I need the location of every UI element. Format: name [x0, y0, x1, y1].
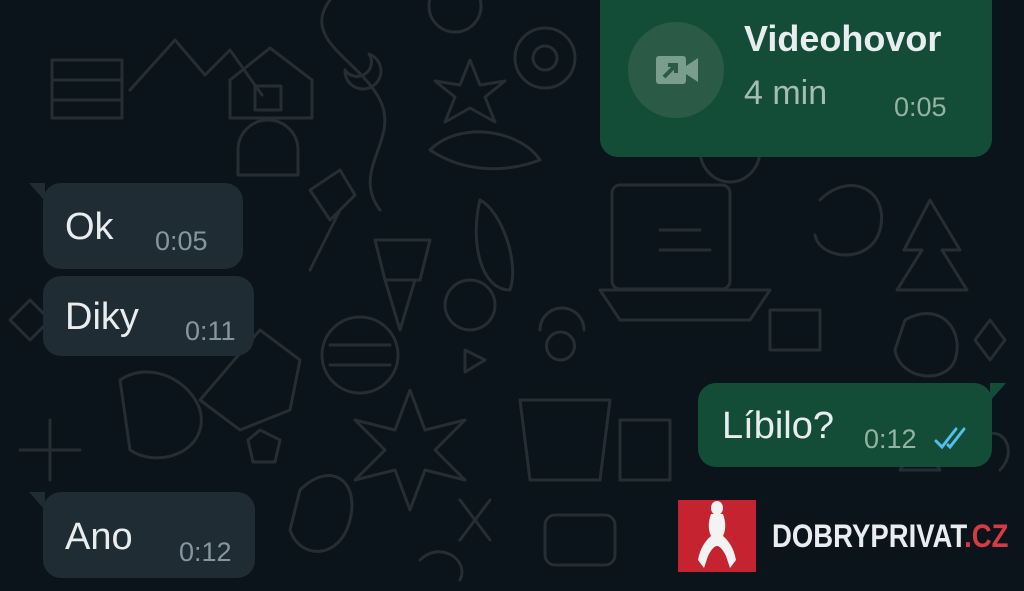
message-text: Líbilo?: [722, 405, 834, 447]
message-text: Ano: [65, 516, 133, 558]
video-call-icon: [656, 56, 698, 84]
message-time: 0:12: [179, 537, 232, 567]
message-time: 0:05: [155, 226, 208, 256]
watermark-text-main: DOBRYPRIVAT: [772, 518, 965, 554]
message-text: Ok: [65, 206, 114, 248]
message-time: 0:11: [185, 316, 236, 346]
watermark-text-suffix: .CZ: [964, 518, 1009, 554]
message-text: Diky: [65, 296, 139, 338]
video-call-bubble[interactable]: Videohovor 4 min 0:05: [600, 0, 992, 157]
call-time: 0:05: [894, 92, 947, 122]
message-incoming-diky[interactable]: Diky 0:11: [43, 276, 254, 356]
call-duration: 4 min: [744, 74, 828, 112]
silhouette-logo-icon: [698, 501, 736, 568]
video-call-icon-circle: [628, 22, 724, 118]
watermark-text: DOBRYPRIVAT.CZ: [772, 518, 1008, 555]
message-incoming-ano[interactable]: Ano 0:12: [29, 492, 255, 578]
message-time: 0:12: [864, 424, 917, 454]
double-check-icon: [934, 427, 966, 450]
watermark-logo: [678, 500, 756, 572]
message-incoming-ok[interactable]: Ok 0:05: [29, 183, 243, 269]
message-outgoing-libilo[interactable]: Líbilo? 0:12: [698, 383, 1006, 467]
call-title: Videohovor: [744, 18, 942, 59]
